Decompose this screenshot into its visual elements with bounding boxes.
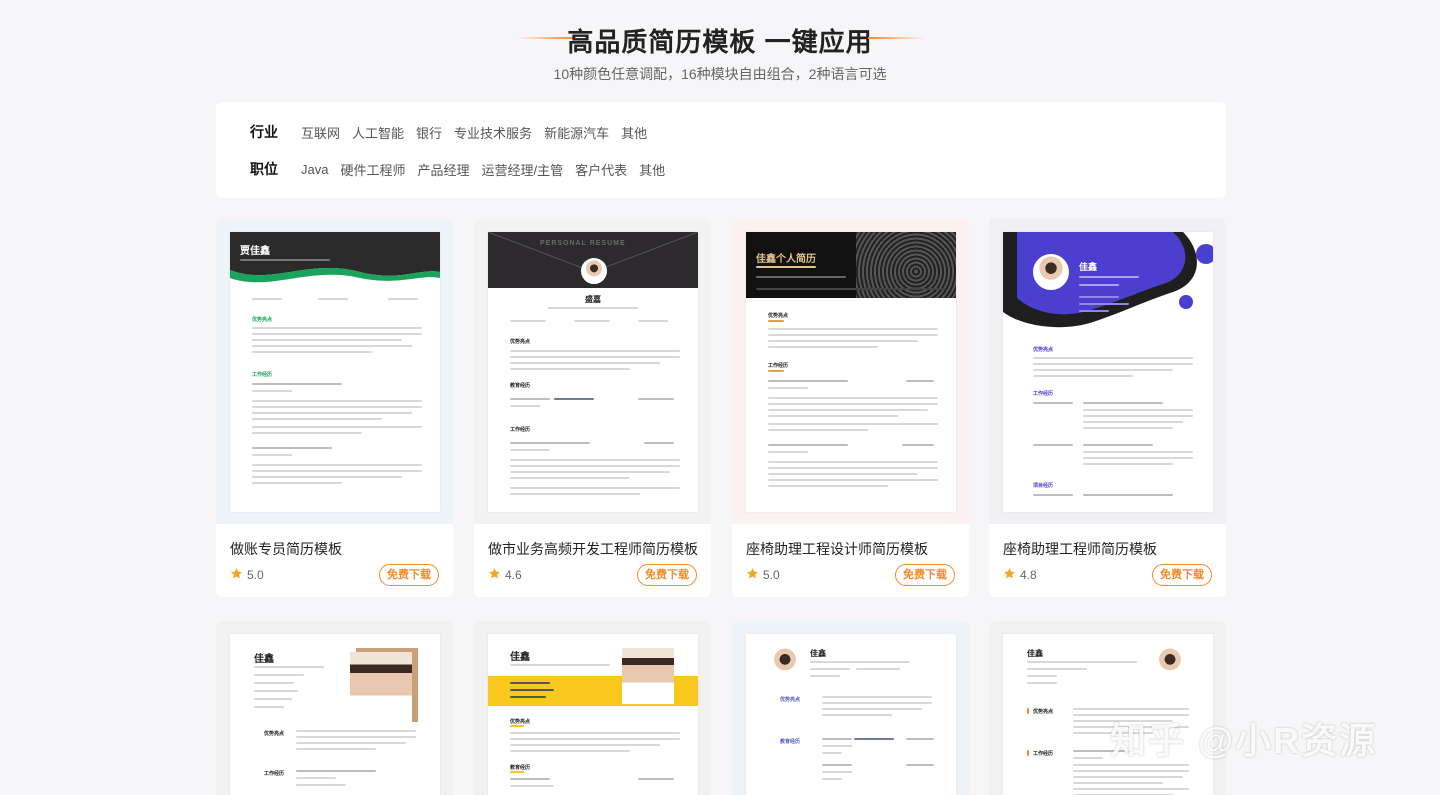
preview-section-advantage: 优势亮点 — [510, 339, 531, 345]
position-option-other[interactable]: 其他 — [639, 160, 665, 179]
preview-avatar — [581, 258, 607, 284]
preview-section-advantage: 优势亮点 — [510, 719, 531, 725]
template-preview[interactable]: 佳鑫 优势亮点 教育经历 — [474, 621, 711, 795]
rating-value: 5.0 — [247, 568, 264, 582]
resume-thumbnail: 佳鑫 优势亮点 教育经历 — [488, 634, 698, 795]
template-preview[interactable]: PERSONAL RESUME 盛嘉 优势亮点 教育经历 工作经历 — [474, 219, 711, 524]
preview-section-work: 工作经历 — [1033, 751, 1054, 757]
preview-name: 佳鑫个人简历 — [756, 254, 816, 265]
position-label: 职位 — [250, 161, 278, 177]
template-card[interactable]: 佳鑫 优势亮点 教育经历 — [732, 621, 969, 795]
preview-section-advantage: 优势亮点 — [768, 313, 789, 319]
preview-name: 佳鑫 — [510, 652, 530, 663]
preview-avatar — [1033, 254, 1069, 290]
resume-thumbnail: 佳鑫 优势亮点 教育经历 — [746, 634, 956, 795]
card-title[interactable]: 做市业务高频开发工程师简历模板 — [488, 539, 698, 559]
resume-thumbnail: 佳鑫个人简历 优势亮点 工作经历 — [746, 232, 956, 512]
template-card[interactable]: 佳鑫 优势亮点 教育经历 — [474, 621, 711, 795]
watermark-text: 知乎 @小R资源 — [1110, 720, 1378, 761]
preview-name: 佳鑫 — [1027, 649, 1043, 658]
rating-value: 5.0 — [763, 568, 780, 582]
preview-section-work: 工作经历 — [252, 372, 273, 378]
preview-section-project: 项目经历 — [1033, 483, 1054, 489]
preview-photo — [622, 648, 674, 704]
preview-name: 佳鑫 — [254, 654, 274, 665]
hero-section: 高品质简历模板 一键应用 10种颜色任意调配，16种模块自由组合，2种语言可选 — [0, 0, 1440, 100]
industry-option-professional[interactable]: 专业技术服务 — [454, 123, 532, 142]
free-download-button[interactable]: 免费下载 — [379, 564, 439, 586]
template-card[interactable]: 佳鑫 优势亮点 工作经历 — [989, 621, 1226, 795]
preview-name: 佳鑫 — [810, 649, 826, 658]
preview-photo — [350, 652, 412, 722]
preview-name: 盛嘉 — [585, 295, 601, 304]
template-preview[interactable]: 佳鑫 优势亮点 教育经历 — [732, 621, 969, 795]
template-preview[interactable]: 佳鑫 优势亮点 工作经历 — [989, 621, 1226, 795]
position-option-pm[interactable]: 产品经理 — [417, 160, 469, 179]
position-option-java[interactable]: Java — [301, 162, 328, 177]
resume-thumbnail: PERSONAL RESUME 盛嘉 优势亮点 教育经历 工作经历 — [488, 232, 698, 512]
template-card[interactable]: 佳鑫个人简历 优势亮点 工作经历 座椅助理工程设计师简历模板 5.0 免费下载 — [732, 219, 969, 597]
preview-section-education: 教育经历 — [510, 765, 531, 771]
position-filter-row: 职位 Java 硬件工程师 产品经理 运营经理/主管 客户代表 其他 — [250, 159, 677, 179]
industry-option-bank[interactable]: 银行 — [416, 123, 442, 142]
preview-section-work: 工作经历 — [510, 427, 531, 433]
star-icon — [231, 568, 242, 579]
preview-section-work: 工作经历 — [264, 771, 285, 777]
position-option-customer[interactable]: 客户代表 — [575, 160, 627, 179]
preview-section-advantage: 优势亮点 — [780, 697, 801, 703]
template-card[interactable]: PERSONAL RESUME 盛嘉 优势亮点 教育经历 工作经历 做市业务高频… — [474, 219, 711, 597]
template-preview[interactable]: 佳鑫 优势亮点 工作经历 — [216, 621, 453, 795]
preview-name: 贾佳鑫 — [240, 246, 270, 257]
template-card[interactable]: 佳鑫 优势亮点 工作经历 — [216, 621, 453, 795]
free-download-button[interactable]: 免费下载 — [895, 564, 955, 586]
template-card[interactable]: 贾佳鑫 优势亮点 工作经历 做账专员简历模板 5.0 免费下载 — [216, 219, 453, 597]
template-preview[interactable]: 佳鑫 优势亮点 工作经历 项目经历 — [989, 219, 1226, 524]
resume-thumbnail: 贾佳鑫 优势亮点 工作经历 — [230, 232, 440, 512]
industry-option-ev[interactable]: 新能源汽车 — [544, 123, 609, 142]
preview-section-education: 教育经历 — [780, 739, 801, 745]
preview-section-work: 工作经历 — [768, 363, 789, 369]
star-icon — [1004, 568, 1015, 579]
preview-avatar — [1155, 648, 1185, 678]
resume-thumbnail: 佳鑫 优势亮点 工作经历 项目经历 — [1003, 232, 1213, 512]
template-card[interactable]: 佳鑫 优势亮点 工作经历 项目经历 座椅助理工程师简历模板 4.8 免费下载 — [989, 219, 1226, 597]
filter-panel: 行业 互联网 人工智能 银行 专业技术服务 新能源汽车 其他 职位 Java 硬… — [216, 102, 1226, 198]
star-icon — [489, 568, 500, 579]
industry-label: 行业 — [250, 124, 278, 140]
page-title: 高品质简历模板 一键应用 — [567, 27, 873, 57]
page-subtitle: 10种颜色任意调配，16种模块自由组合，2种语言可选 — [553, 66, 887, 82]
preview-section-work: 工作经历 — [1033, 391, 1054, 397]
free-download-button[interactable]: 免费下载 — [1152, 564, 1212, 586]
rating-value: 4.8 — [1020, 568, 1037, 582]
preview-section-advantage: 优势亮点 — [1033, 709, 1054, 715]
industry-option-ai[interactable]: 人工智能 — [352, 123, 404, 142]
preview-name: 佳鑫 — [1079, 262, 1098, 272]
preview-section-advantage: 优势亮点 — [252, 317, 273, 323]
position-option-hardware[interactable]: 硬件工程师 — [340, 160, 405, 179]
rating-value: 4.6 — [505, 568, 522, 582]
industry-option-other[interactable]: 其他 — [621, 123, 647, 142]
card-title[interactable]: 做账专员简历模板 — [230, 539, 342, 559]
industry-filter-row: 行业 互联网 人工智能 银行 专业技术服务 新能源汽车 其他 — [250, 122, 659, 142]
preview-section-education: 教育经历 — [510, 383, 531, 389]
preview-personal-resume: PERSONAL RESUME — [540, 240, 626, 247]
template-preview[interactable]: 贾佳鑫 优势亮点 工作经历 — [216, 219, 453, 524]
star-icon — [747, 568, 758, 579]
template-preview[interactable]: 佳鑫个人简历 优势亮点 工作经历 — [732, 219, 969, 524]
free-download-button[interactable]: 免费下载 — [637, 564, 697, 586]
preview-section-advantage: 优势亮点 — [264, 731, 285, 737]
title-decoration-right — [868, 37, 926, 39]
preview-avatar — [770, 648, 800, 678]
resume-thumbnail: 佳鑫 优势亮点 工作经历 — [230, 634, 440, 795]
position-option-ops[interactable]: 运营经理/主管 — [482, 160, 564, 179]
preview-section-advantage: 优势亮点 — [1033, 347, 1054, 353]
industry-option-internet[interactable]: 互联网 — [301, 123, 340, 142]
card-title[interactable]: 座椅助理工程师简历模板 — [1003, 539, 1157, 559]
card-title[interactable]: 座椅助理工程设计师简历模板 — [746, 539, 928, 559]
